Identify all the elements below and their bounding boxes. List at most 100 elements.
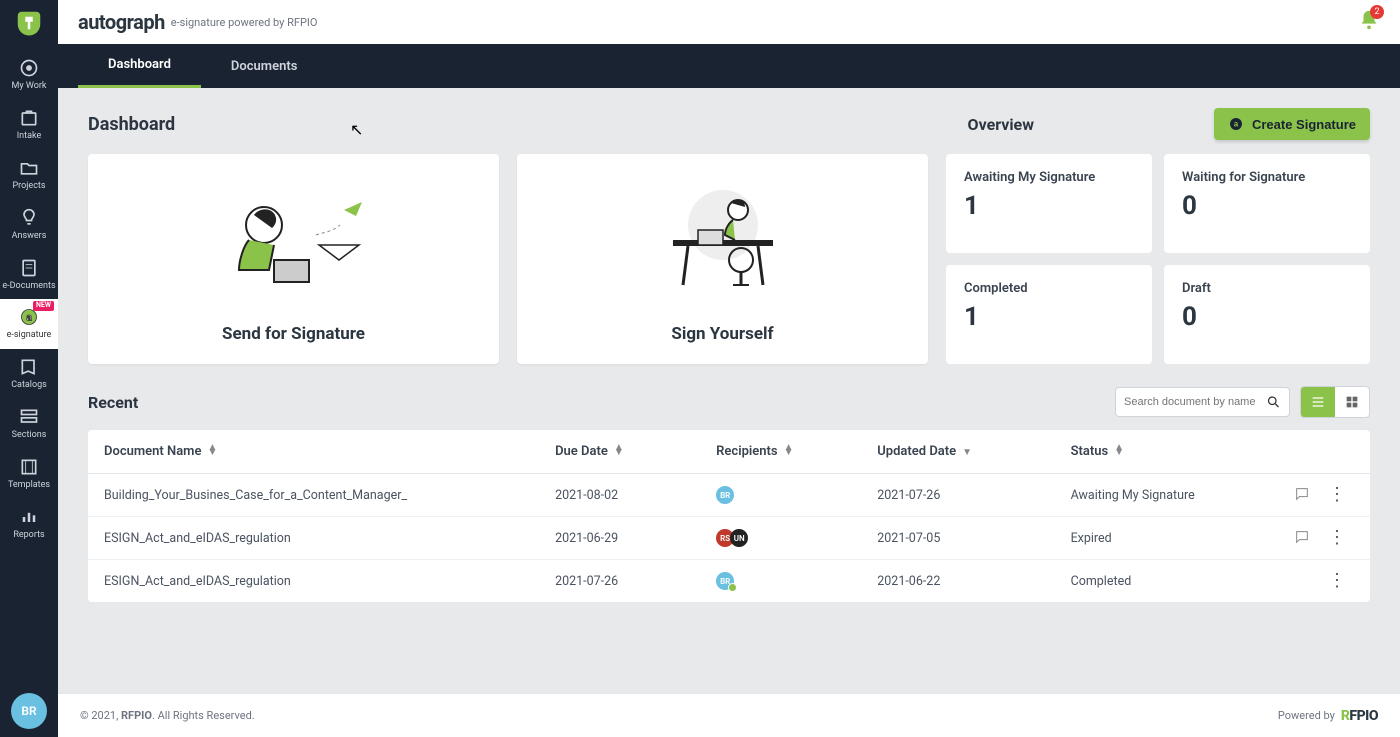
search-input[interactable] [1124, 396, 1266, 408]
comment-icon[interactable] [1294, 486, 1310, 502]
col-header-name[interactable]: Document Name▲▼ [98, 444, 555, 459]
list-icon [1310, 394, 1326, 410]
stat-label: Draft [1182, 281, 1352, 296]
create-signature-button[interactable]: a Create Signature [1214, 108, 1370, 140]
comment-icon[interactable] [1294, 529, 1310, 545]
send-for-signature-card[interactable]: Send for Signature [88, 154, 499, 364]
list-view-button[interactable] [1301, 387, 1335, 417]
col-header-recipients[interactable]: Recipients▲▼ [716, 444, 877, 459]
tab-documents[interactable]: Documents [201, 44, 327, 88]
sidebar-item-esignature[interactable]: a e-signature NEW [0, 299, 58, 349]
sort-icon: ▲▼ [614, 445, 624, 455]
stat-draft[interactable]: Draft 0 [1164, 265, 1370, 364]
sign-illustration [537, 174, 908, 316]
user-avatar[interactable]: BR [11, 693, 47, 729]
stat-completed[interactable]: Completed 1 [946, 265, 1152, 364]
notifications-button[interactable]: 2 [1358, 9, 1380, 35]
more-icon[interactable]: ⋮ [1328, 486, 1346, 504]
new-badge: NEW [33, 301, 54, 311]
stats-grid: Awaiting My Signature 1 Waiting for Sign… [946, 154, 1370, 364]
recipients: BR [716, 572, 877, 590]
recent-title: Recent [88, 393, 138, 412]
sidebar-item-catalogs[interactable]: Catalogs [0, 349, 58, 399]
sign-yourself-card[interactable]: Sign Yourself [517, 154, 928, 364]
table-header: Document Name▲▼ Due Date▲▼ Recipients▲▼ … [88, 430, 1370, 474]
stat-label: Awaiting My Signature [964, 170, 1134, 185]
grid-icon [1344, 394, 1360, 410]
sidebar-item-label: Reports [13, 531, 44, 541]
sidebar-item-label: e-signature [7, 331, 52, 341]
updated-date: 2021-06-22 [877, 574, 1070, 589]
sidebar-item-sections[interactable]: Sections [0, 399, 58, 449]
sidebar-item-answers[interactable]: Answers [0, 200, 58, 250]
sort-icon: ▲▼ [784, 445, 794, 455]
card-title: Send for Signature [222, 324, 365, 344]
send-illustration [108, 174, 479, 316]
card-title: Sign Yourself [671, 324, 773, 344]
sidebar-item-mywork[interactable]: My Work [0, 50, 58, 100]
stat-value: 0 [1182, 302, 1352, 332]
brand-tagline: e-signature powered by RFPIO [171, 16, 318, 29]
tab-bar: Dashboard Documents [58, 44, 1400, 88]
main-content: Dashboard Overview a Create Signature Se… [58, 88, 1400, 693]
table-row[interactable]: ESIGN_Act_and_eIDAS_regulation 2021-06-2… [88, 517, 1370, 560]
recipients: BR [716, 486, 877, 504]
sidebar-item-label: Projects [13, 182, 46, 192]
sidebar-item-label: Templates [8, 481, 50, 491]
stat-value: 1 [964, 302, 1134, 332]
sort-icon: ▲▼ [207, 445, 217, 455]
table-row[interactable]: ESIGN_Act_and_eIDAS_regulation 2021-07-2… [88, 560, 1370, 602]
footer: © 2021, RFPIO. All Rights Reserved. Powe… [58, 693, 1400, 737]
status: Expired [1071, 531, 1280, 546]
search-icon [1266, 394, 1281, 410]
sidebar-item-label: Catalogs [11, 381, 47, 391]
brand-name: autograph [78, 10, 165, 34]
doc-name: ESIGN_Act_and_eIDAS_regulation [98, 574, 555, 589]
col-header-due[interactable]: Due Date▲▼ [555, 444, 716, 459]
svg-text:a: a [26, 313, 32, 324]
updated-date: 2021-07-05 [877, 531, 1070, 546]
col-header-status[interactable]: Status▲▼ [1071, 444, 1280, 459]
sidebar-item-label: Sections [12, 431, 47, 441]
updated-date: 2021-07-26 [877, 488, 1070, 503]
due-date: 2021-06-29 [555, 531, 716, 546]
table-row[interactable]: Building_Your_Busines_Case_for_a_Content… [88, 474, 1370, 517]
powered-by-label: Powered by [1278, 709, 1335, 722]
recipient-avatar: UN [730, 529, 748, 547]
sidebar-item-intake[interactable]: Intake [0, 100, 58, 150]
autograph-icon: a [1228, 116, 1244, 132]
sidebar-item-templates[interactable]: Templates [0, 449, 58, 499]
col-header-updated[interactable]: Updated Date▼ [877, 444, 1070, 459]
doc-name: Building_Your_Busines_Case_for_a_Content… [98, 488, 555, 503]
page-title: Dashboard [88, 114, 175, 135]
stat-waiting-for-signature[interactable]: Waiting for Signature 0 [1164, 154, 1370, 253]
tab-dashboard[interactable]: Dashboard [78, 44, 201, 88]
sidebar-item-edocuments[interactable]: e-Documents [0, 250, 58, 300]
stat-value: 1 [964, 191, 1134, 221]
svg-text:a: a [1234, 120, 1239, 129]
copyright: © 2021, RFPIO. All Rights Reserved. [80, 709, 255, 722]
grid-view-button[interactable] [1335, 387, 1369, 417]
recipient-avatar: BR [716, 572, 734, 590]
stat-awaiting-my-signature[interactable]: Awaiting My Signature 1 [946, 154, 1152, 253]
notification-count: 2 [1370, 5, 1384, 19]
overview-label: Overview [968, 115, 1034, 134]
sidebar-item-reports[interactable]: Reports [0, 499, 58, 549]
stat-label: Completed [964, 281, 1134, 296]
due-date: 2021-08-02 [555, 488, 716, 503]
recipient-avatar: BR [716, 486, 734, 504]
sort-icon: ▲▼ [1114, 445, 1124, 455]
more-icon[interactable]: ⋮ [1328, 529, 1346, 547]
sidebar-item-label: Intake [17, 132, 42, 142]
left-sidebar: My Work Intake Projects Answers e-Docume… [0, 0, 58, 737]
sidebar-item-label: e-Documents [2, 282, 55, 292]
status: Awaiting My Signature [1071, 488, 1280, 503]
top-header: autograph e-signature powered by RFPIO 2 [58, 0, 1400, 44]
search-box[interactable] [1115, 387, 1290, 417]
sort-icon: ▼ [962, 450, 972, 455]
more-icon[interactable]: ⋮ [1328, 572, 1346, 590]
sidebar-item-projects[interactable]: Projects [0, 150, 58, 200]
stat-label: Waiting for Signature [1182, 170, 1352, 185]
view-toggle [1300, 386, 1370, 418]
due-date: 2021-07-26 [555, 574, 716, 589]
